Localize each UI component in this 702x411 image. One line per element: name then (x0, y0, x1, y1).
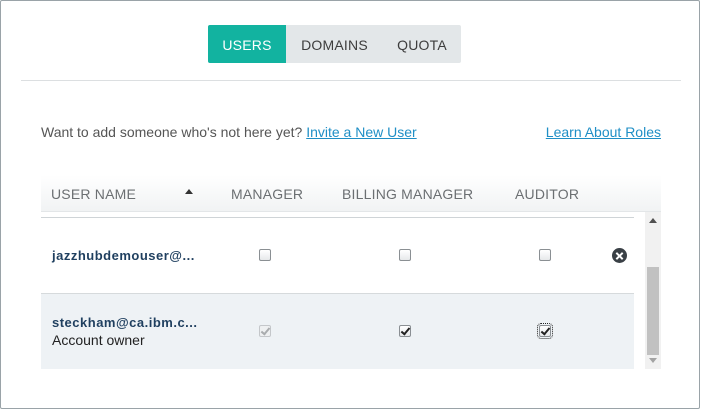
user-name: jazzhubdemouser@... (52, 248, 195, 263)
close-circle-icon[interactable] (612, 248, 627, 263)
column-header-username[interactable]: USER NAME (51, 186, 136, 202)
scrollbar-thumb[interactable] (647, 267, 659, 355)
invite-user-link[interactable]: Invite a New User (306, 124, 416, 140)
learn-about-roles-link[interactable]: Learn About Roles (546, 124, 661, 140)
tab-domains[interactable]: DOMAINS (286, 25, 383, 63)
invite-line: Want to add someone who's not here yet? … (41, 124, 417, 140)
tab-users[interactable]: USERS (208, 25, 286, 63)
divider (21, 80, 681, 81)
column-header-billing-manager: BILLING MANAGER (342, 186, 474, 202)
table-scrollbar[interactable] (645, 212, 661, 369)
users-table: USER NAME MANAGER BILLING MANAGER AUDITO… (41, 175, 661, 371)
table-header: USER NAME MANAGER BILLING MANAGER AUDITO… (41, 175, 661, 212)
tab-bar: USERS DOMAINS QUOTA (208, 25, 461, 63)
user-subtitle: Account owner (52, 332, 145, 348)
scroll-up-arrow-icon[interactable] (649, 218, 657, 223)
invite-prompt: Want to add someone who's not here yet? (41, 124, 303, 140)
auditor-checkbox[interactable] (537, 323, 553, 339)
auditor-checkbox[interactable] (539, 249, 551, 261)
user-name: steckham@ca.ibm.c... (52, 315, 198, 330)
billing-manager-checkbox[interactable] (399, 325, 411, 337)
table-row: steckham@ca.ibm.c... Account owner (41, 294, 634, 369)
column-header-manager: MANAGER (231, 186, 304, 202)
manager-checkbox[interactable] (259, 249, 271, 261)
manager-checkbox (259, 325, 271, 337)
row-divider (41, 217, 634, 218)
table-row: jazzhubdemouser@... (41, 212, 634, 294)
tab-quota[interactable]: QUOTA (383, 25, 461, 63)
table-body: jazzhubdemouser@... steckham@ca.ibm.c...… (41, 212, 634, 369)
sort-ascending-icon[interactable] (185, 189, 193, 194)
scroll-down-arrow-icon[interactable] (649, 358, 657, 363)
column-header-auditor: AUDITOR (515, 186, 580, 202)
billing-manager-checkbox[interactable] (399, 249, 411, 261)
